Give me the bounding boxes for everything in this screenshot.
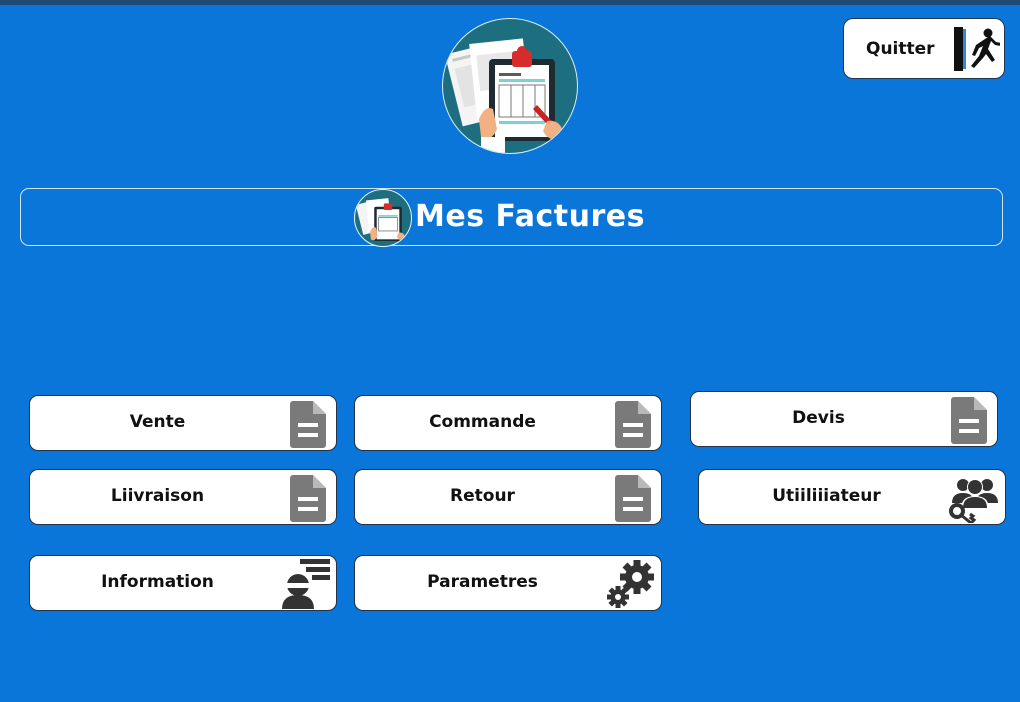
parametres-label: Parametres — [427, 572, 538, 592]
vente-label: Vente — [129, 412, 186, 432]
information-label: Information — [101, 572, 214, 592]
document-icon — [613, 473, 653, 527]
commande-label: Commande — [429, 412, 536, 432]
document-icon — [288, 473, 328, 527]
title-banner: Mes Factures — [20, 188, 1003, 247]
app-logo — [442, 18, 578, 154]
retour-button[interactable]: Retour — [354, 469, 662, 525]
parametres-button[interactable]: Parametres — [354, 555, 662, 611]
vente-button[interactable]: Vente — [29, 395, 337, 451]
retour-label: Retour — [450, 486, 515, 506]
exit-door-icon — [952, 25, 1001, 77]
gears-icon — [605, 557, 659, 615]
banner-logo — [354, 189, 412, 247]
document-icon — [613, 399, 653, 453]
devis-button[interactable]: Devis — [690, 391, 998, 447]
document-icon — [288, 399, 328, 453]
quit-button[interactable]: Quitter — [843, 18, 1005, 79]
utilisateur-button[interactable]: Utiiliiiateur — [698, 469, 1006, 527]
info-person-icon — [280, 557, 332, 613]
livraison-label: Liivraison — [110, 486, 205, 506]
top-bar — [0, 0, 1020, 5]
document-icon — [949, 395, 989, 449]
page-title: Mes Factures — [415, 199, 645, 234]
information-button[interactable]: Information — [29, 555, 337, 611]
devis-label: Devis — [792, 408, 845, 428]
livraison-button[interactable]: Liivraison — [29, 469, 337, 525]
utilisateur-label: Utiiliiiateur — [772, 486, 881, 506]
commande-button[interactable]: Commande — [354, 395, 662, 451]
quit-label: Quitter — [866, 39, 935, 59]
users-key-icon — [949, 473, 1001, 527]
